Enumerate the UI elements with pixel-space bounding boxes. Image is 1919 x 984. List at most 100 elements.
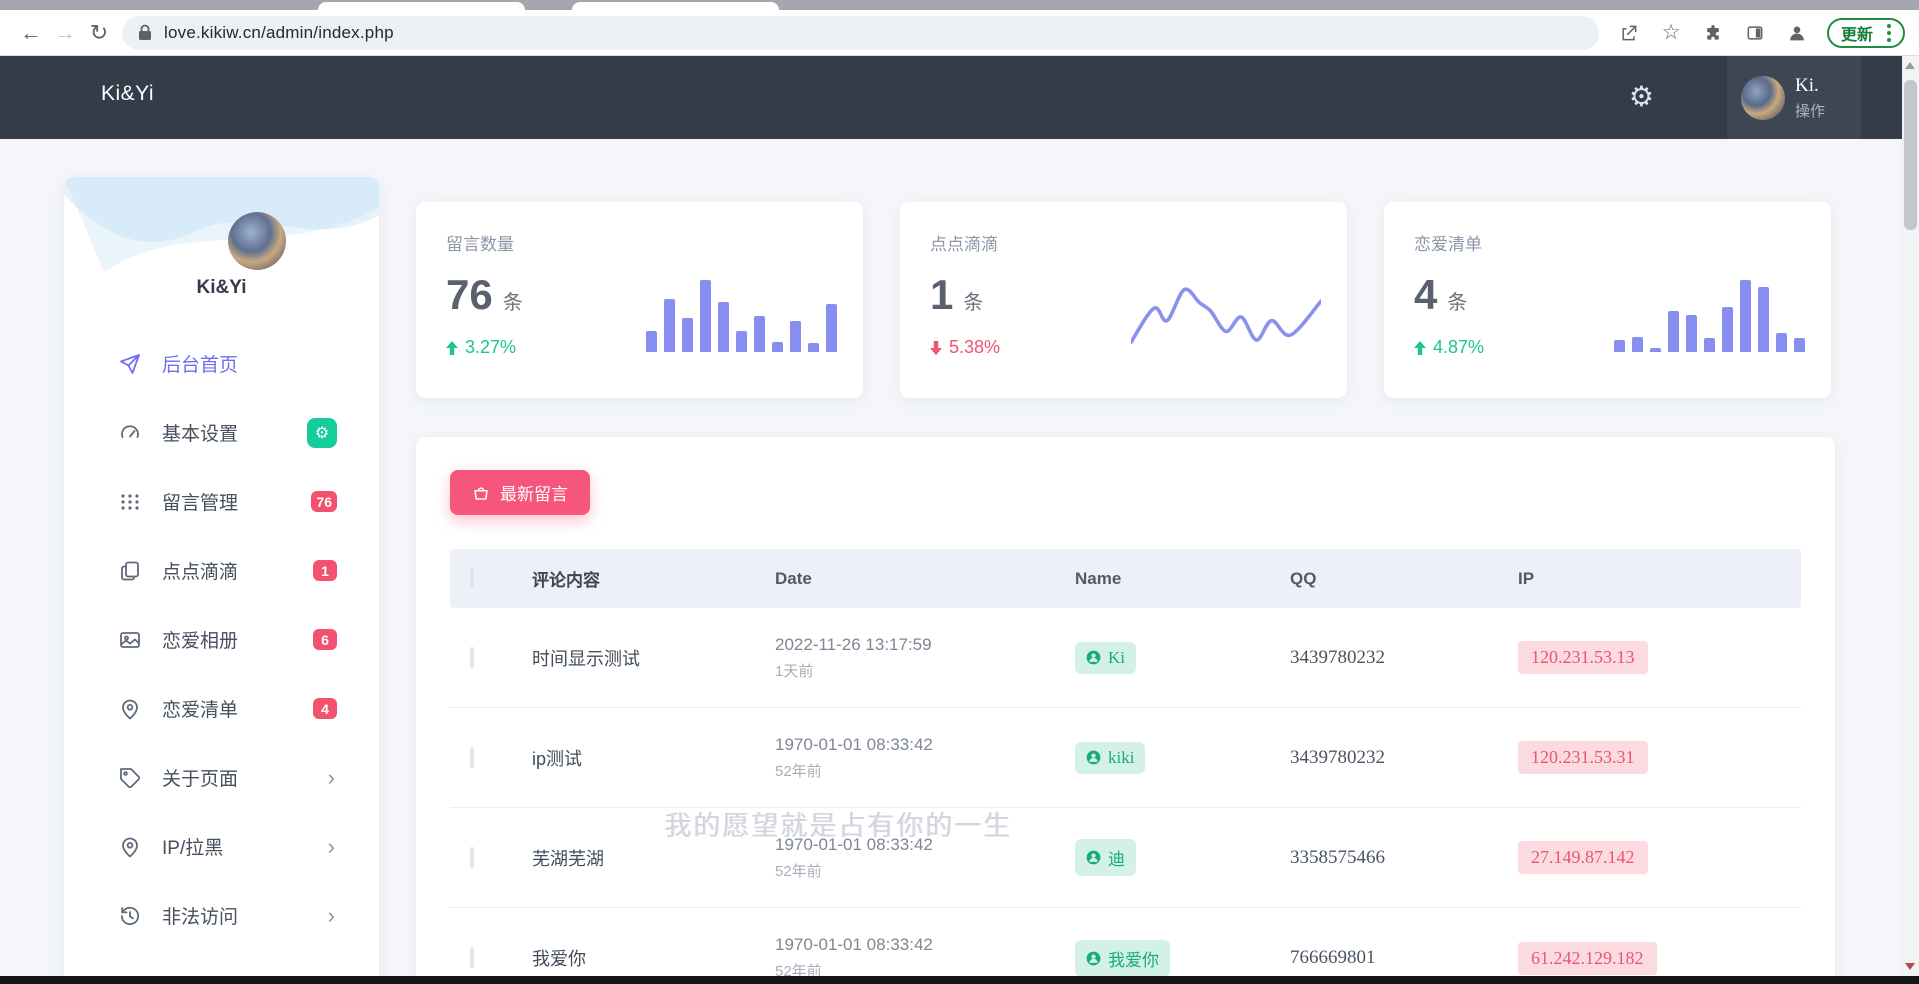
line-sparkline [1131,277,1321,362]
sidebar-item-moments[interactable]: 点点滴滴 1 [64,536,379,605]
header-ip: IP [1518,569,1801,589]
scrollbar-down-arrow-icon[interactable] [1905,963,1915,970]
sidebar-menu: 后台首页 基本设置 ⚙ 留言管理 76 点点滴滴 1 恋爱相册 6 [64,329,379,950]
scrollbar-up-arrow-icon[interactable] [1905,62,1915,69]
user-badge-icon [1086,951,1101,966]
browser-update-button[interactable]: 更新 [1827,18,1905,48]
sidebar-item-comments[interactable]: 留言管理 76 [64,467,379,536]
sidebar-item-love-list[interactable]: 恋爱清单 4 [64,674,379,743]
side-panel-icon[interactable] [1737,17,1773,49]
sidebar-profile-name: Ki&Yi [64,277,379,299]
table-header: 评论内容 Date Name QQ IP [450,549,1801,608]
ip-badge: 27.149.87.142 [1518,841,1648,874]
select-all-checkbox[interactable] [470,568,474,589]
header-date: Date [775,569,1075,589]
browser-toolbar: ← → ↻ love.kikiw.cn/admin/index.php ☆ [0,10,1919,56]
address-bar[interactable]: love.kikiw.cn/admin/index.php [122,16,1599,50]
ip-badge: 120.231.53.13 [1518,641,1648,674]
chevron-right-icon: › [328,905,335,927]
wave-decoration-image [64,177,379,272]
arrow-down-icon [930,341,942,355]
browser-active-tab[interactable] [318,2,525,10]
comments-count-badge: 76 [311,491,337,512]
map-pin-icon [118,697,142,721]
sidebar-item-album[interactable]: 恋爱相册 6 [64,605,379,674]
dashboard-gauge-icon [118,421,142,445]
paper-plane-icon [118,352,142,376]
row-checkbox[interactable] [470,947,474,968]
name-badge: 迪 [1075,839,1136,876]
love-list-count-badge: 4 [313,698,337,719]
sidebar-item-illegal-access[interactable]: 非法访问 › [64,881,379,950]
name-badge: Ki [1075,642,1136,674]
refresh-button[interactable]: ↻ [82,20,116,46]
bar-sparkline [646,280,837,352]
stat-value: 1 [930,271,953,319]
user-name: Ki. [1795,75,1825,97]
header-content: 评论内容 [532,566,775,591]
sidebar: Ki&Yi 后台首页 基本设置 ⚙ 留言管理 76 点点滴滴 1 [64,177,379,984]
row-checkbox[interactable] [470,647,474,668]
moments-count-badge: 1 [313,560,337,581]
settings-badge-gear-icon: ⚙ [307,418,337,448]
name-badge: kiki [1075,742,1145,774]
pages-icon [118,559,142,583]
stat-value: 76 [446,271,493,319]
stat-card-love-list: 恋爱清单 4 条 4.87% [1384,202,1831,398]
tag-icon [118,766,142,790]
scrollbar-thumb[interactable] [1904,80,1917,230]
bar-sparkline [1614,280,1805,352]
map-pin-icon [118,835,142,859]
share-icon[interactable] [1611,17,1647,49]
page-content: Ki&Yi 后台首页 基本设置 ⚙ 留言管理 76 点点滴滴 1 [0,139,1902,984]
grid-dots-icon [118,490,142,514]
browser-menu-icon[interactable] [1881,22,1897,44]
back-button[interactable]: ← [14,20,48,46]
row-checkbox[interactable] [470,847,474,868]
stat-card-comments: 留言数量 76 条 3.27% [416,202,863,398]
arrow-up-icon [446,341,458,355]
row-checkbox[interactable] [470,747,474,768]
screen-bottom-edge [0,976,1919,984]
user-role: 操作 [1795,100,1825,121]
table-body: 时间显示测试 2022-11-26 13:17:59 1天前 Ki 343978… [450,608,1801,984]
lock-icon [138,24,152,41]
table-row[interactable]: 芜湖芜湖 1970-01-01 08:33:42 52年前 迪 33585754… [450,808,1801,908]
stat-cards: 留言数量 76 条 3.27% 点点滴滴 1 条 5.38% [416,202,1831,398]
browser-tab[interactable] [572,2,779,10]
bookmark-star-icon[interactable]: ☆ [1653,17,1689,49]
history-clock-icon [118,904,142,928]
latest-comments-button[interactable]: 最新留言 [450,470,590,515]
name-badge: 我爱你 [1075,940,1170,977]
sidebar-item-about[interactable]: 关于页面 › [64,743,379,812]
table-row[interactable]: 时间显示测试 2022-11-26 13:17:59 1天前 Ki 343978… [450,608,1801,708]
chevron-right-icon: › [328,767,335,789]
sidebar-item-basic-settings[interactable]: 基本设置 ⚙ [64,398,379,467]
stat-card-moments: 点点滴滴 1 条 5.38% [900,202,1347,398]
brand-title: Ki&Yi [101,82,154,106]
app-navbar: Ki&Yi ⚙ Ki. 操作 [0,56,1919,139]
header-qq: QQ [1290,569,1518,589]
photo-icon [118,628,142,652]
page-scrollbar[interactable] [1902,56,1919,978]
ip-badge: 120.231.53.31 [1518,741,1648,774]
latest-comments-card: 最新留言 评论内容 Date Name QQ IP 时间显示测试 2022-11… [416,437,1835,984]
forward-button[interactable]: → [48,20,82,46]
chevron-right-icon: › [328,836,335,858]
stat-value: 4 [1414,271,1437,319]
table-row[interactable]: 我爱你 1970-01-01 08:33:42 52年前 我爱你 7666698… [450,908,1801,984]
basket-icon [472,484,490,502]
user-avatar [1741,76,1785,120]
browser-tab-strip [0,0,1919,10]
browser-profile-icon[interactable] [1779,17,1815,49]
user-badge-icon [1086,650,1101,665]
sidebar-avatar[interactable] [228,212,286,270]
sidebar-item-ip-blacklist[interactable]: IP/拉黑 › [64,812,379,881]
settings-gear-icon[interactable]: ⚙ [1629,80,1654,113]
table-row[interactable]: ip测试 1970-01-01 08:33:42 52年前 kiki 34397… [450,708,1801,808]
sidebar-item-dashboard[interactable]: 后台首页 [64,329,379,398]
navbar-user-menu[interactable]: Ki. 操作 [1727,56,1861,139]
user-badge-icon [1086,750,1101,765]
extensions-icon[interactable] [1695,17,1731,49]
arrow-up-icon [1414,341,1426,355]
